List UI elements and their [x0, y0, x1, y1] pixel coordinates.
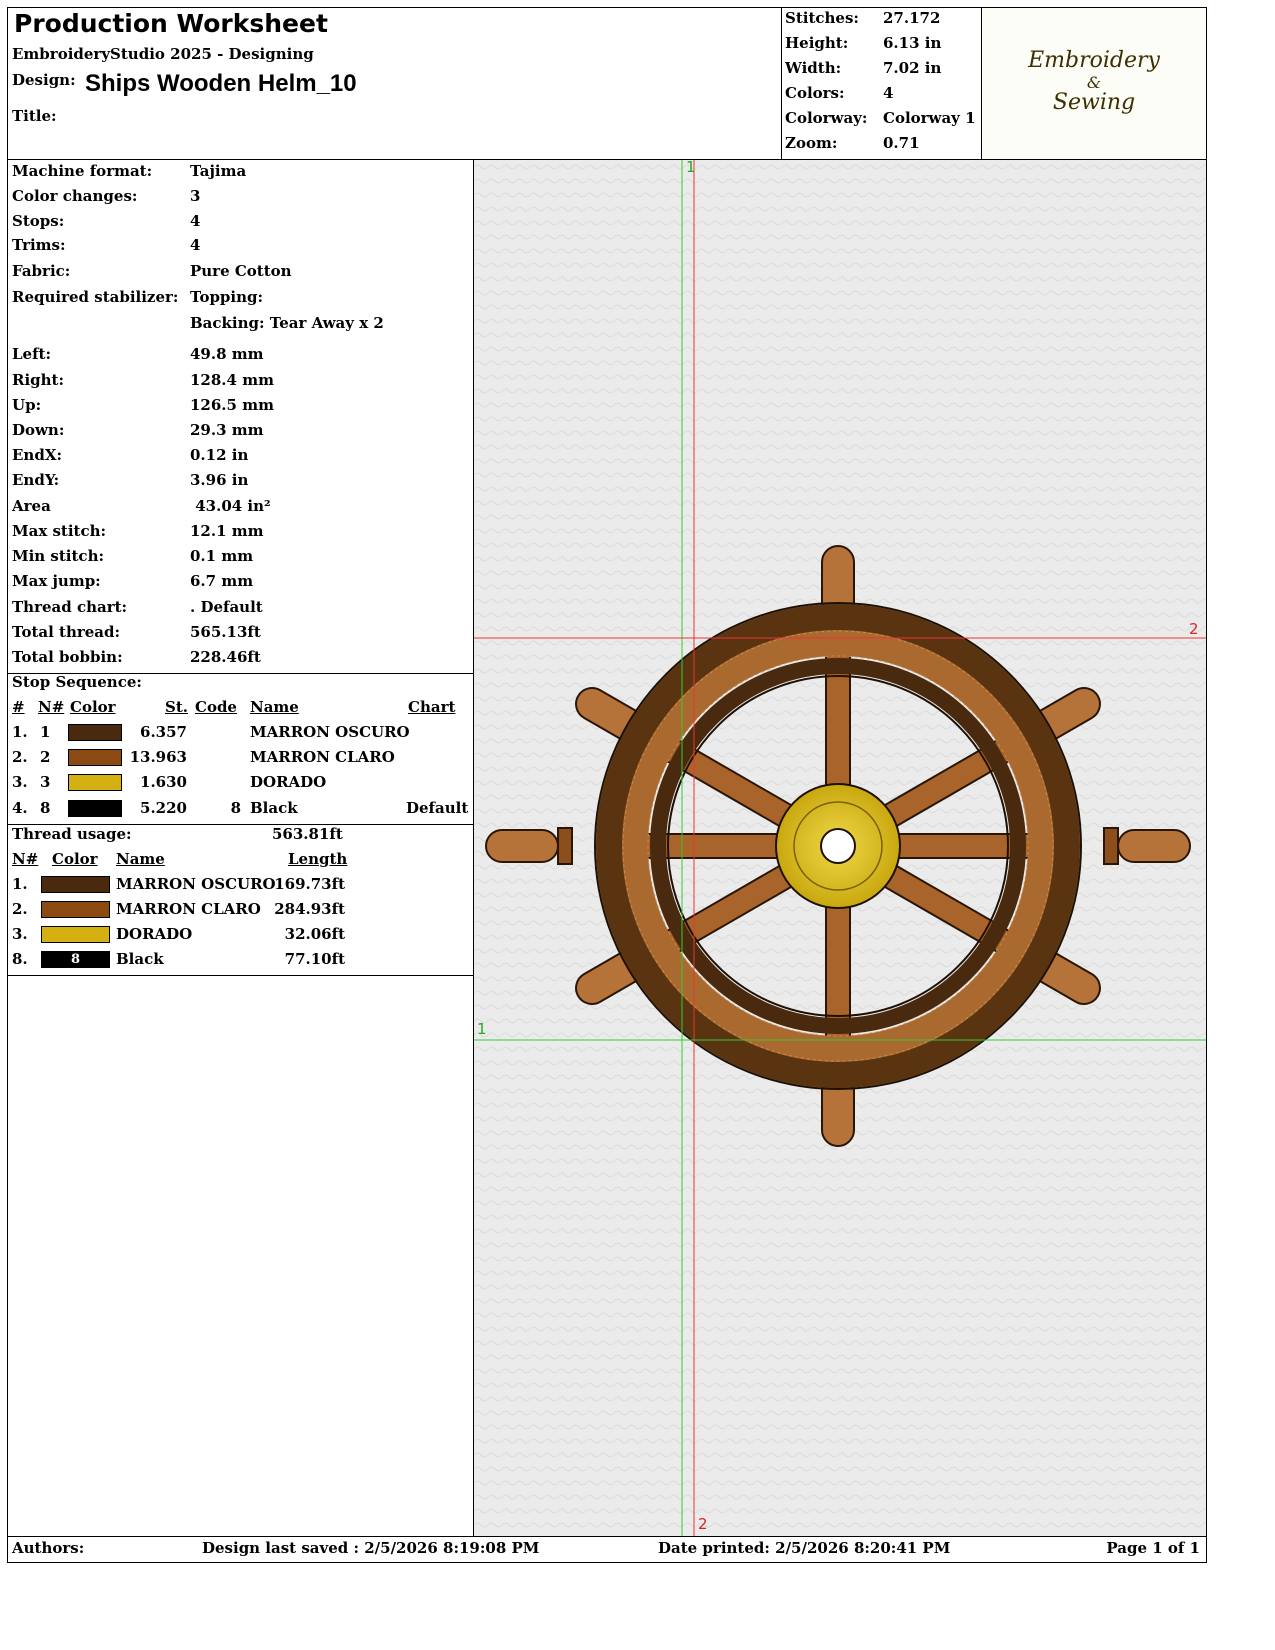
summary-value: 6.13 in [883, 34, 942, 52]
col-header-length: Length [288, 850, 348, 868]
summary-row: Width: 7.02 in [785, 59, 942, 77]
summary-row: Stitches: 27.172 [785, 9, 941, 27]
color-swatch [68, 749, 122, 766]
col-header-name: Name [250, 698, 299, 716]
footer-page: Page 1 of 1 [1106, 1539, 1200, 1557]
guide-marker: 2 [1189, 620, 1199, 638]
color-swatch [68, 724, 122, 741]
design-label: Design: [12, 71, 76, 89]
col-header-num: # [12, 698, 25, 716]
summary-row: Colorway: Colorway 1 [785, 109, 976, 127]
col-header-color: Color [70, 698, 116, 716]
summary-value: 4 [883, 84, 894, 102]
thread-usage-total: 563.81ft [272, 825, 343, 843]
design-name: Ships Wooden Helm_10 [85, 70, 357, 97]
title-label: Title: [12, 107, 57, 125]
col-header-name: Name [116, 850, 165, 868]
guide-marker: 1 [686, 160, 696, 176]
footer-authors: Authors: [12, 1539, 85, 1557]
col-header-color: Color [52, 850, 98, 868]
col-header-n: N# [12, 850, 39, 868]
guide-marker: 1 [477, 1020, 487, 1038]
thread-usage-title: Thread usage: [12, 825, 132, 843]
guide-marker: 2 [698, 1515, 708, 1533]
preview-left-border [473, 159, 474, 1537]
col-header-st: St. [165, 698, 188, 716]
design-preview: 1 2 1 2 [474, 160, 1207, 1537]
color-swatch [68, 800, 122, 817]
summary-value: 27.172 [883, 9, 941, 27]
footer-printed: Date printed: 2/5/2026 8:20:41 PM [658, 1539, 951, 1557]
summary-row: Colors: 4 [785, 84, 894, 102]
footer-saved: Design last saved : 2/5/2026 8:19:08 PM [202, 1539, 540, 1557]
summary-value: 0.71 [883, 134, 920, 152]
summary-divider [781, 7, 782, 160]
color-swatch [41, 926, 110, 943]
summary-value: 7.02 in [883, 59, 942, 77]
stop-sequence-title: Stop Sequence: [12, 673, 142, 691]
software-name: EmbroideryStudio 2025 - Designing [12, 45, 314, 63]
summary-row: Zoom: 0.71 [785, 134, 920, 152]
color-swatch [68, 774, 122, 791]
logo: Embroidery & Sewing [982, 8, 1206, 159]
color-swatch [41, 876, 110, 893]
col-header-chart: Chart [408, 698, 456, 716]
col-header-code: Code [195, 698, 237, 716]
footer-bar [7, 1536, 1207, 1563]
col-header-n: N# [38, 698, 65, 716]
summary-row: Height: 6.13 in [785, 34, 942, 52]
summary-block: Stitches: 27.172 Height: 6.13 in Width: 7.0… [785, 8, 980, 158]
color-swatch: 8 [41, 951, 110, 968]
left-blank-area [7, 975, 8, 1537]
color-swatch [41, 901, 110, 918]
page-title: Production Worksheet [14, 9, 328, 38]
design-preview-canvas [474, 160, 1206, 1537]
summary-value: Colorway 1 [883, 109, 976, 127]
